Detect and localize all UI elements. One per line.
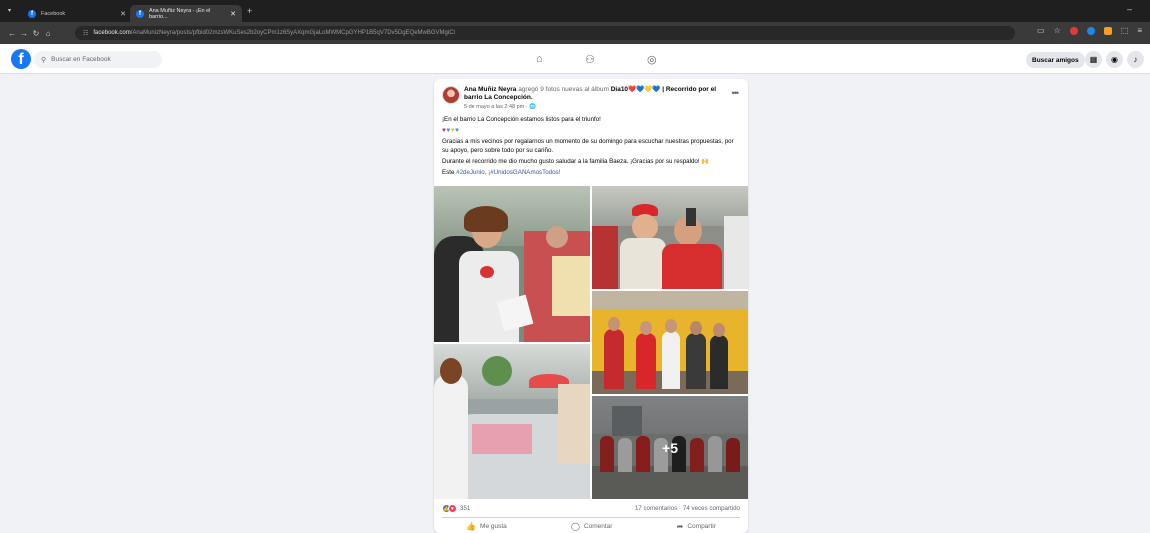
forward-icon[interactable]: →: [18, 29, 30, 38]
messenger-icon[interactable]: ◉: [1106, 51, 1123, 68]
post-line: Gracias a mis vecinos por regalarnos un …: [442, 138, 734, 154]
groups-nav-icon[interactable]: ◎: [647, 53, 657, 66]
tab-search-icon[interactable]: ▾: [8, 7, 11, 14]
menu-grid-icon[interactable]: ▦: [1085, 51, 1102, 68]
close-tab-icon[interactable]: ✕: [230, 10, 236, 18]
address-bar-row: ← → ↻ ⌂ ☷ facebook.com /AnaMunizNeyra/po…: [0, 22, 1150, 44]
author-name-link[interactable]: Ana Muñiz Neyra: [464, 86, 516, 93]
find-friends-button[interactable]: Buscar amigos: [1026, 52, 1085, 68]
post-header: Ana Muñiz Neyra agregó 9 fotos nuevas al…: [464, 86, 722, 111]
back-icon[interactable]: ←: [6, 29, 18, 38]
search-placeholder: Buscar en Facebook: [51, 56, 111, 63]
minimize-icon[interactable]: –: [1127, 4, 1132, 14]
post-hashtag-line: Este #2deJunio, ¡#UnidosGANAmosTodos!: [442, 169, 740, 178]
love-reaction-icon: ♥: [448, 504, 457, 513]
cast-icon[interactable]: ▭: [1037, 26, 1045, 35]
reactions-summary[interactable]: 👍 ♥ 351: [442, 504, 470, 513]
post-photo[interactable]: [434, 344, 590, 499]
friends-nav-icon[interactable]: ⚇: [585, 53, 595, 66]
comment-button[interactable]: ◯ Comentar: [571, 520, 613, 533]
comment-bubble-icon: ◯: [570, 522, 580, 531]
share-button[interactable]: ➦ Compartir: [677, 520, 716, 533]
like-label: Me gusta: [480, 523, 507, 530]
browser-toolbar: ▭ ☆ ⬚ ≡: [1037, 26, 1142, 35]
url-field[interactable]: ☷ facebook.com /AnaMunizNeyra/posts/pfbi…: [75, 26, 1015, 40]
hearts-emoji: ♥♥♥♥: [442, 127, 460, 134]
url-path: /AnaMunizNeyra/posts/pfbid02mzsWKuSes2b2…: [130, 30, 455, 36]
post-photo[interactable]: [592, 186, 748, 289]
post-text: ¡En el barrio La Concepción estamos list…: [442, 116, 740, 180]
browser-menu-icon[interactable]: ≡: [1137, 26, 1142, 35]
browser-tab-facebook[interactable]: f Facebook ✕: [22, 5, 132, 22]
close-tab-icon[interactable]: ✕: [120, 10, 126, 18]
browser-tab-bar: ▾ f Facebook ✕ f Ana Muñiz Neyra - ¡En e…: [0, 0, 1150, 22]
post-photo-more[interactable]: +5: [592, 396, 748, 499]
post-line: ¡En el barrio La Concepción estamos list…: [442, 116, 601, 123]
site-info-icon[interactable]: ☷: [83, 30, 88, 37]
facebook-favicon-icon: f: [28, 9, 36, 18]
comment-label: Comentar: [583, 523, 613, 530]
tab-title: Ana Muñiz Neyra - ¡En el barrio...: [148, 7, 211, 20]
post-photo[interactable]: [592, 291, 748, 394]
post-stats: 17 comentarios 74 veces compartido: [631, 505, 740, 512]
new-tab-icon[interactable]: +: [247, 6, 252, 16]
photo-grid: +5: [434, 186, 748, 499]
comments-count-link[interactable]: 17 comentarios: [635, 505, 677, 512]
thumbs-up-icon: 👍: [466, 522, 477, 531]
facebook-search-input[interactable]: ⚲ Buscar en Facebook: [34, 51, 162, 68]
like-button[interactable]: 👍 Me gusta: [466, 520, 507, 533]
notifications-bell-icon[interactable]: ♪: [1127, 51, 1144, 68]
share-label: Compartir: [687, 523, 716, 530]
hashtag-link[interactable]: #2deJunio,: [456, 169, 486, 176]
home-icon[interactable]: ⌂: [42, 29, 54, 38]
post-actions: 👍 Me gusta ◯ Comentar ➦ Compartir: [434, 520, 748, 533]
post-card: Ana Muñiz Neyra agregó 9 fotos nuevas al…: [434, 79, 748, 533]
post-action-text: agregó 9 fotos nuevas al álbum: [518, 86, 609, 93]
more-options-icon[interactable]: •••: [732, 88, 740, 98]
extension-blue-icon[interactable]: [1086, 26, 1095, 35]
post-line-prefix: Este: [442, 168, 455, 176]
extensions-puzzle-icon[interactable]: ⬚: [1121, 26, 1129, 35]
home-nav-icon[interactable]: ⌂: [536, 53, 543, 65]
facebook-header: f ⚲ Buscar en Facebook ⌂ ⚇ ◎ Buscar amig…: [0, 44, 1150, 74]
url-host: facebook.com: [93, 30, 131, 36]
hashtag-link[interactable]: ¡#UnidosGANAmosTodos!: [488, 169, 560, 176]
search-icon: ⚲: [41, 56, 47, 64]
avatar[interactable]: [442, 86, 460, 104]
divider: [442, 517, 740, 518]
extension-red-icon[interactable]: [1069, 26, 1078, 35]
find-friends-label: Buscar amigos: [1032, 56, 1079, 64]
share-arrow-icon: ➦: [676, 522, 684, 531]
tab-title: Facebook: [41, 10, 66, 17]
browser-tab-active[interactable]: f Ana Muñiz Neyra - ¡En el barrio... ✕: [130, 5, 242, 22]
shares-count-link[interactable]: 74 veces compartido: [683, 505, 740, 512]
extension-orange-icon[interactable]: [1103, 26, 1112, 35]
more-photos-count: +5: [592, 396, 748, 499]
facebook-logo-icon[interactable]: f: [11, 49, 31, 69]
post-line: Durante el recorrido me dio mucho gusto …: [442, 157, 710, 165]
post-timestamp[interactable]: 5 de mayo a las 2:48 pm · 🌐: [464, 103, 722, 111]
reload-icon[interactable]: ↻: [30, 29, 42, 38]
reaction-count: 351: [460, 505, 471, 512]
bookmark-star-icon[interactable]: ☆: [1054, 26, 1061, 35]
post-photo[interactable]: [434, 186, 590, 342]
facebook-favicon-icon: f: [136, 9, 144, 18]
